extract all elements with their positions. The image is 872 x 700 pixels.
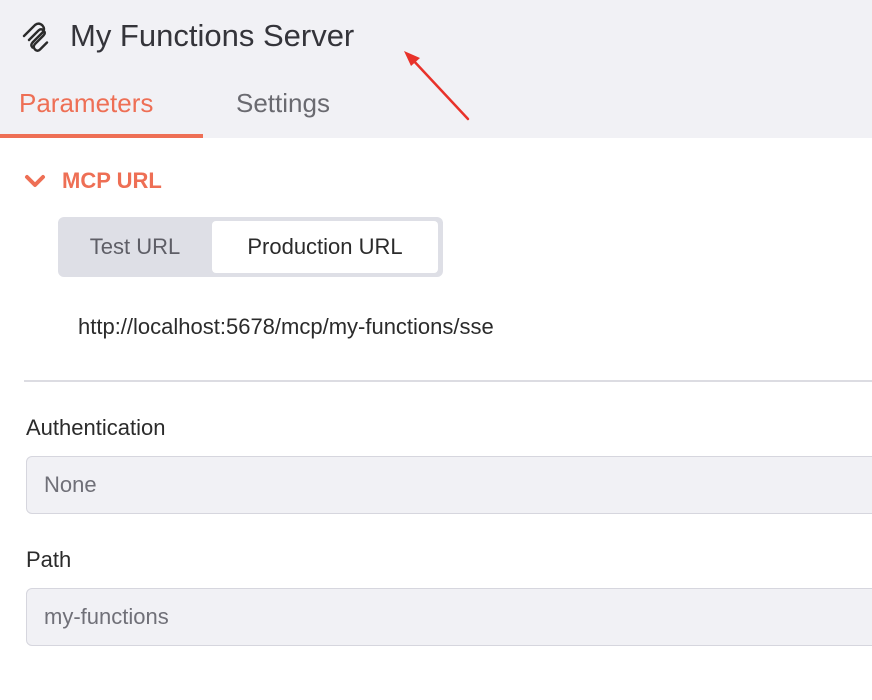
chevron-down-icon <box>25 175 45 187</box>
tab-settings[interactable]: Settings <box>236 88 330 119</box>
url-type-toggle: Test URL Production URL <box>58 217 443 277</box>
test-url-option[interactable]: Test URL <box>58 217 212 277</box>
active-tab-indicator <box>0 134 203 138</box>
mcp-url-section-toggle[interactable]: MCP URL <box>24 167 162 195</box>
authentication-label: Authentication <box>26 415 166 440</box>
node-header: My Functions Server Parameters Settings <box>0 0 872 138</box>
authentication-select[interactable]: None <box>26 456 872 514</box>
section-title: MCP URL <box>62 168 162 193</box>
mcp-url-text[interactable]: http://localhost:5678/mcp/my-functions/s… <box>78 314 494 340</box>
red-arrow-icon <box>404 51 470 121</box>
production-url-option[interactable]: Production URL <box>212 221 438 273</box>
path-label: Path <box>26 547 72 572</box>
mcp-logo-icon <box>22 22 49 52</box>
tab-parameters[interactable]: Parameters <box>19 88 153 119</box>
path-input[interactable]: my-functions <box>26 588 872 646</box>
page-title: My Functions Server <box>70 18 355 53</box>
divider <box>24 380 872 382</box>
